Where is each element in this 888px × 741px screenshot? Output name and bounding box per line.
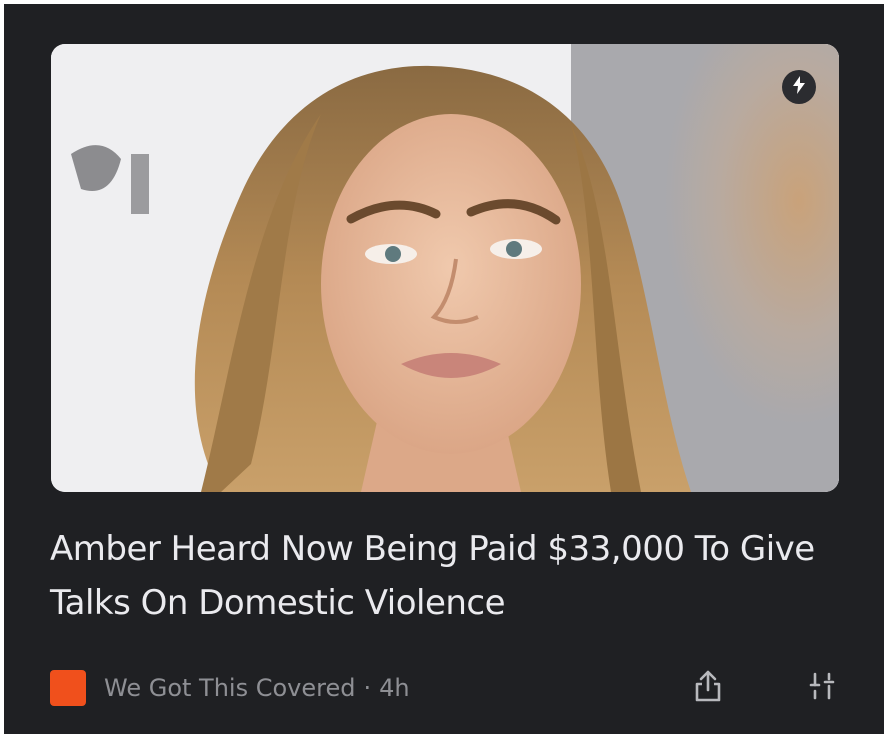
share-icon [693,669,723,708]
source-name[interactable]: We Got This Covered [104,674,355,702]
flash-icon [792,75,806,99]
tune-icon [807,671,837,706]
meta-separator: · [363,674,372,702]
tune-button[interactable] [800,666,844,710]
article-image[interactable] [51,44,839,492]
article-age: 4h [379,674,410,702]
source-logo[interactable] [50,670,86,706]
news-card[interactable]: Amber Heard Now Being Paid $33,000 To Gi… [4,4,884,734]
flash-badge [782,70,816,104]
share-button[interactable] [686,666,730,710]
article-headline[interactable]: Amber Heard Now Being Paid $33,000 To Gi… [50,522,850,630]
article-photo [51,44,839,492]
article-meta: We Got This Covered · 4h [50,670,410,706]
